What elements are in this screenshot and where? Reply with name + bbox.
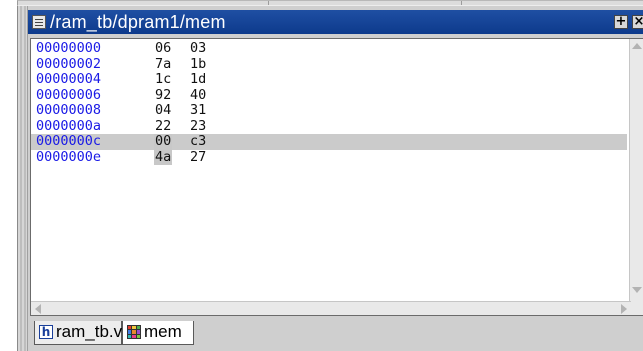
memory-row[interactable]: 00000000 06 03 [31, 40, 627, 57]
memory-value[interactable]: 23 [189, 118, 207, 135]
memory-value[interactable]: 00 [154, 133, 173, 150]
scroll-down-icon[interactable] [632, 287, 642, 293]
memory-row[interactable]: 0000000e 4a 27 [31, 148, 627, 166]
memory-value[interactable]: 31 [189, 102, 207, 119]
memory-address: 00000004 [36, 71, 102, 87]
memory-value[interactable]: 4a [154, 149, 173, 165]
memory-value[interactable]: 03 [189, 40, 207, 57]
title-bar[interactable]: /ram_tb/dpram1/mem + × [28, 10, 643, 34]
memory-row[interactable]: 00000006 92 40 [31, 86, 627, 104]
window-title: /ram_tb/dpram1/mem [50, 12, 226, 32]
tab-bar: h ram_tb.v mem [28, 317, 643, 351]
memory-value[interactable]: 1c [154, 71, 172, 88]
memory-value[interactable]: 92 [154, 87, 172, 104]
memory-value[interactable]: 06 [154, 40, 172, 57]
memory-icon [127, 325, 141, 339]
memory-address: 0000000e [36, 148, 102, 165]
memory-value[interactable]: 22 [154, 118, 172, 135]
dock-icon[interactable]: + [614, 15, 628, 29]
tab-mem[interactable]: mem [122, 321, 194, 345]
memory-value[interactable]: 40 [189, 87, 207, 104]
memory-row[interactable]: 00000002 7a 1b [31, 55, 627, 73]
memory-contents-pane[interactable]: 00000000 06 03 00000002 7a 1b 00000004 1c 1d 0000… [30, 38, 643, 316]
memory-address: 00000002 [36, 55, 102, 72]
memory-value[interactable]: 7a [154, 56, 172, 73]
tab-label: mem [144, 322, 182, 341]
memory-address: 00000000 [36, 40, 102, 56]
memory-value[interactable]: 1d [189, 71, 207, 88]
scroll-left-icon[interactable] [35, 304, 41, 314]
memory-address: 00000008 [36, 102, 102, 118]
memory-address: 0000000a [36, 117, 102, 134]
memory-address: 0000000c [36, 133, 102, 149]
close-icon[interactable]: × [632, 15, 643, 29]
memory-list: 00000000 06 03 00000002 7a 1b 00000004 1c 1d 0000… [31, 40, 627, 166]
memory-value[interactable]: 27 [189, 149, 207, 166]
memory-value[interactable]: 04 [154, 102, 172, 119]
memory-row[interactable]: 00000008 04 31 [31, 102, 627, 119]
vertical-scrollbar[interactable] [629, 39, 643, 315]
window-resize-handle[interactable] [18, 6, 28, 351]
scroll-right-icon[interactable] [621, 304, 627, 314]
memory-value[interactable]: 1b [189, 56, 207, 73]
memory-address: 00000006 [36, 86, 102, 103]
memory-window-icon [32, 15, 46, 29]
memory-row[interactable]: 0000000a 22 23 [31, 117, 627, 135]
scroll-up-icon[interactable] [632, 43, 642, 49]
memory-value[interactable]: c3 [189, 133, 207, 150]
tab-label: ram_tb.v [56, 322, 123, 341]
desktop: /ram_tb/dpram1/mem + × 00000000 06 03 00000… [0, 0, 643, 351]
horizontal-scrollbar[interactable] [31, 301, 631, 315]
memory-row[interactable]: 0000000c 00 c3 [31, 133, 627, 150]
tab-ram-tb-v[interactable]: h ram_tb.v [34, 321, 122, 345]
verilog-file-icon: h [39, 325, 53, 339]
memory-window: /ram_tb/dpram1/mem + × 00000000 06 03 00000… [17, 5, 643, 351]
memory-row[interactable]: 00000004 1c 1d [31, 71, 627, 88]
